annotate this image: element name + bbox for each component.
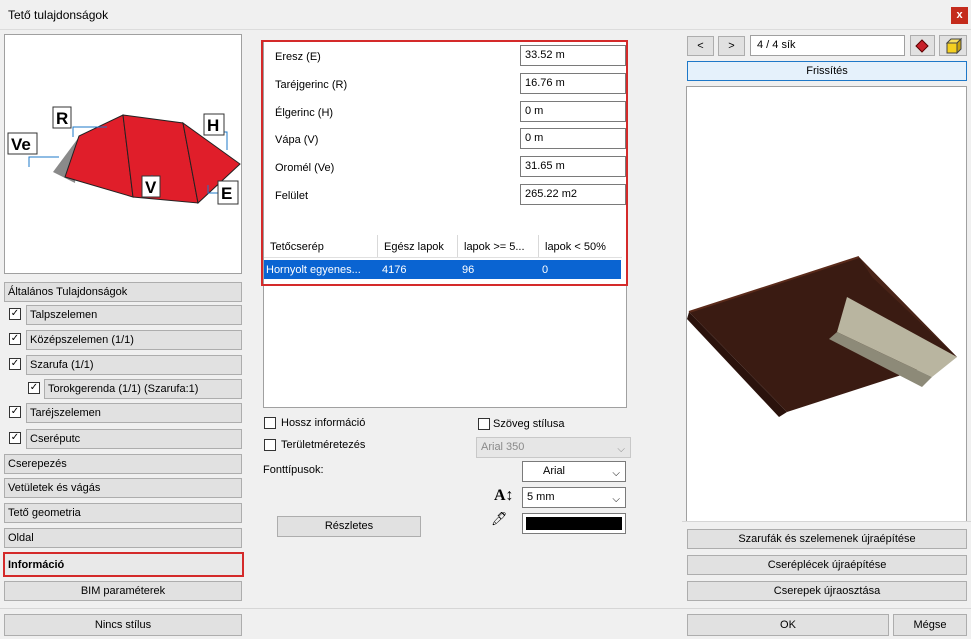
col-tetocserep: Tetőcserép: [270, 241, 324, 253]
hossz-checkbox[interactable]: [264, 417, 276, 429]
footer-divider: [0, 608, 971, 609]
torokgerenda-checkbox[interactable]: ✓: [28, 382, 40, 394]
label-e: E: [221, 184, 232, 203]
tile-table: Tetőcserép Egész lapok lapok >= 5... lap…: [264, 235, 622, 281]
vapa-label: Vápa (V): [275, 134, 319, 146]
col-egesz-lapok: Egész lapok: [384, 241, 444, 253]
window-title: Tető tulajdonságok: [8, 8, 109, 22]
ok-button[interactable]: OK: [687, 614, 889, 636]
tarejgerinc-value: 16.76 m: [520, 73, 626, 94]
details-button[interactable]: Részletes: [277, 516, 421, 537]
3d-view-button[interactable]: [939, 35, 967, 56]
eresz-label: Eresz (E): [275, 51, 321, 63]
felulet-label: Felület: [275, 190, 309, 202]
vapa-value: 0 m: [520, 128, 626, 149]
cancel-button[interactable]: Mégse: [893, 614, 967, 636]
col-lapok-ge: lapok >= 5...: [464, 241, 525, 253]
plane-indicator: 4 / 4 sík: [750, 35, 905, 56]
nav-vetuletek[interactable]: Vetületek és vágás: [4, 478, 242, 498]
talpszelemen-checkbox[interactable]: ✓: [9, 308, 21, 320]
oromel-value: 31.65 m: [520, 156, 626, 177]
title-bar: Tető tulajdonságok x: [0, 0, 971, 30]
elgerinc-label: Élgerinc (H): [275, 107, 334, 119]
nav-informacio[interactable]: Információ: [3, 552, 244, 577]
label-h: H: [207, 116, 219, 135]
size-value: 5 mm: [527, 491, 555, 503]
chevron-down-icon: ⌵: [612, 494, 620, 505]
pen-color-icon: 🖊: [491, 511, 508, 526]
label-v: V: [145, 178, 157, 197]
cserepec-checkbox[interactable]: ✓: [9, 432, 21, 444]
nav-bim-parameterek[interactable]: BIM paraméterek: [4, 581, 242, 601]
table-header: Tetőcserép Egész lapok lapok >= 5... lap…: [264, 235, 622, 258]
szarufa-checkbox[interactable]: ✓: [9, 358, 21, 370]
szoveg-checkbox[interactable]: [478, 418, 490, 430]
prev-button[interactable]: <: [687, 36, 714, 56]
nav-cserepec[interactable]: ✓ Cseréputc: [4, 429, 242, 450]
font-select[interactable]: Arial ⌵: [522, 461, 626, 482]
material-button[interactable]: [910, 35, 935, 56]
felulet-value: 265.22 m2: [520, 184, 626, 205]
roof-3d-preview: [686, 86, 967, 522]
label-r: R: [56, 109, 68, 128]
no-style-button[interactable]: Nincs stílus: [4, 614, 242, 636]
szoveg-label: Szöveg stílusa: [493, 418, 565, 430]
cserepec-label: Cseréputc: [26, 429, 242, 449]
font-value: Arial: [543, 465, 566, 477]
table-row[interactable]: Hornyolt egyenes... 4176 96 0: [264, 260, 621, 279]
chevron-down-icon: ⌵: [612, 468, 620, 479]
nav-altalanos[interactable]: Általános Tulajdonságok: [4, 282, 242, 302]
nav-teto-geometria[interactable]: Tető geometria: [4, 503, 242, 523]
roof-diagram-panel: Ve R H V E: [4, 34, 242, 274]
nav-talpszelemen[interactable]: ✓ Talpszelemen: [4, 305, 242, 326]
cell-tetocserep: Hornyolt egyenes...: [266, 264, 361, 276]
color-picker[interactable]: [522, 513, 626, 534]
oromel-label: Oromél (Ve): [275, 162, 335, 174]
font-types-label: Fonttípusok:: [263, 464, 324, 476]
refresh-button[interactable]: Frissítés: [687, 61, 967, 81]
nav-kozepszelemen[interactable]: ✓ Középszelemen (1/1): [4, 330, 242, 351]
label-ve: Ve: [11, 135, 31, 154]
kozepszelemen-checkbox[interactable]: ✓: [9, 333, 21, 345]
tarejgerinc-label: Taréjgerinc (R): [275, 79, 348, 91]
roof-render: [687, 256, 957, 417]
text-style-select: Arial 350 ⌵: [476, 437, 631, 458]
nav-tarejszelemen[interactable]: ✓ Taréjszelemen: [4, 403, 242, 424]
kozepszelemen-label: Középszelemen (1/1): [26, 330, 242, 350]
close-button[interactable]: x: [951, 7, 968, 24]
torokgerenda-label: Torokgerenda (1/1) (Szarufa:1): [44, 379, 242, 399]
talpszelemen-label: Talpszelemen: [26, 305, 242, 325]
terulet-label: Területméretezés: [281, 439, 366, 451]
nav-oldal[interactable]: Oldal: [4, 528, 242, 548]
nav-szarufa[interactable]: ✓ Szarufa (1/1): [4, 355, 242, 376]
nav-torokgerenda[interactable]: ✓ Torokgerenda (1/1) (Szarufa:1): [4, 379, 242, 400]
text-style-value: Arial 350: [481, 441, 525, 453]
cell-lapok-ge: 96: [462, 264, 475, 276]
szarufa-label: Szarufa (1/1): [26, 355, 242, 375]
eresz-value: 33.52 m: [520, 45, 626, 66]
elgerinc-value: 0 m: [520, 101, 626, 122]
tarejszelemen-checkbox[interactable]: ✓: [9, 406, 21, 418]
nav-cserepezes[interactable]: Cserepezés: [4, 454, 242, 474]
col-lapok-lt: lapok < 50%: [545, 241, 606, 253]
size-select[interactable]: 5 mm ⌵: [522, 487, 626, 508]
next-button[interactable]: >: [718, 36, 745, 56]
font-size-icon: A↕: [494, 487, 514, 504]
rebuild-battens-button[interactable]: Cseréplécek újraépítése: [687, 555, 967, 575]
tarejszelemen-label: Taréjszelemen: [26, 403, 242, 423]
color-swatch: [526, 517, 622, 530]
roof-diagram: Ve R H V E: [7, 106, 241, 205]
hossz-label: Hossz információ: [281, 417, 366, 429]
rebuild-rafters-button[interactable]: Szarufák és szelemenek újraépítése: [687, 529, 967, 549]
terulet-checkbox[interactable]: [264, 439, 276, 451]
cell-egesz: 4176: [382, 264, 407, 276]
cell-lapok-lt: 0: [542, 264, 549, 276]
redistribute-tiles-button[interactable]: Cserepek újraosztása: [687, 581, 967, 601]
chevron-down-icon: ⌵: [617, 444, 625, 455]
